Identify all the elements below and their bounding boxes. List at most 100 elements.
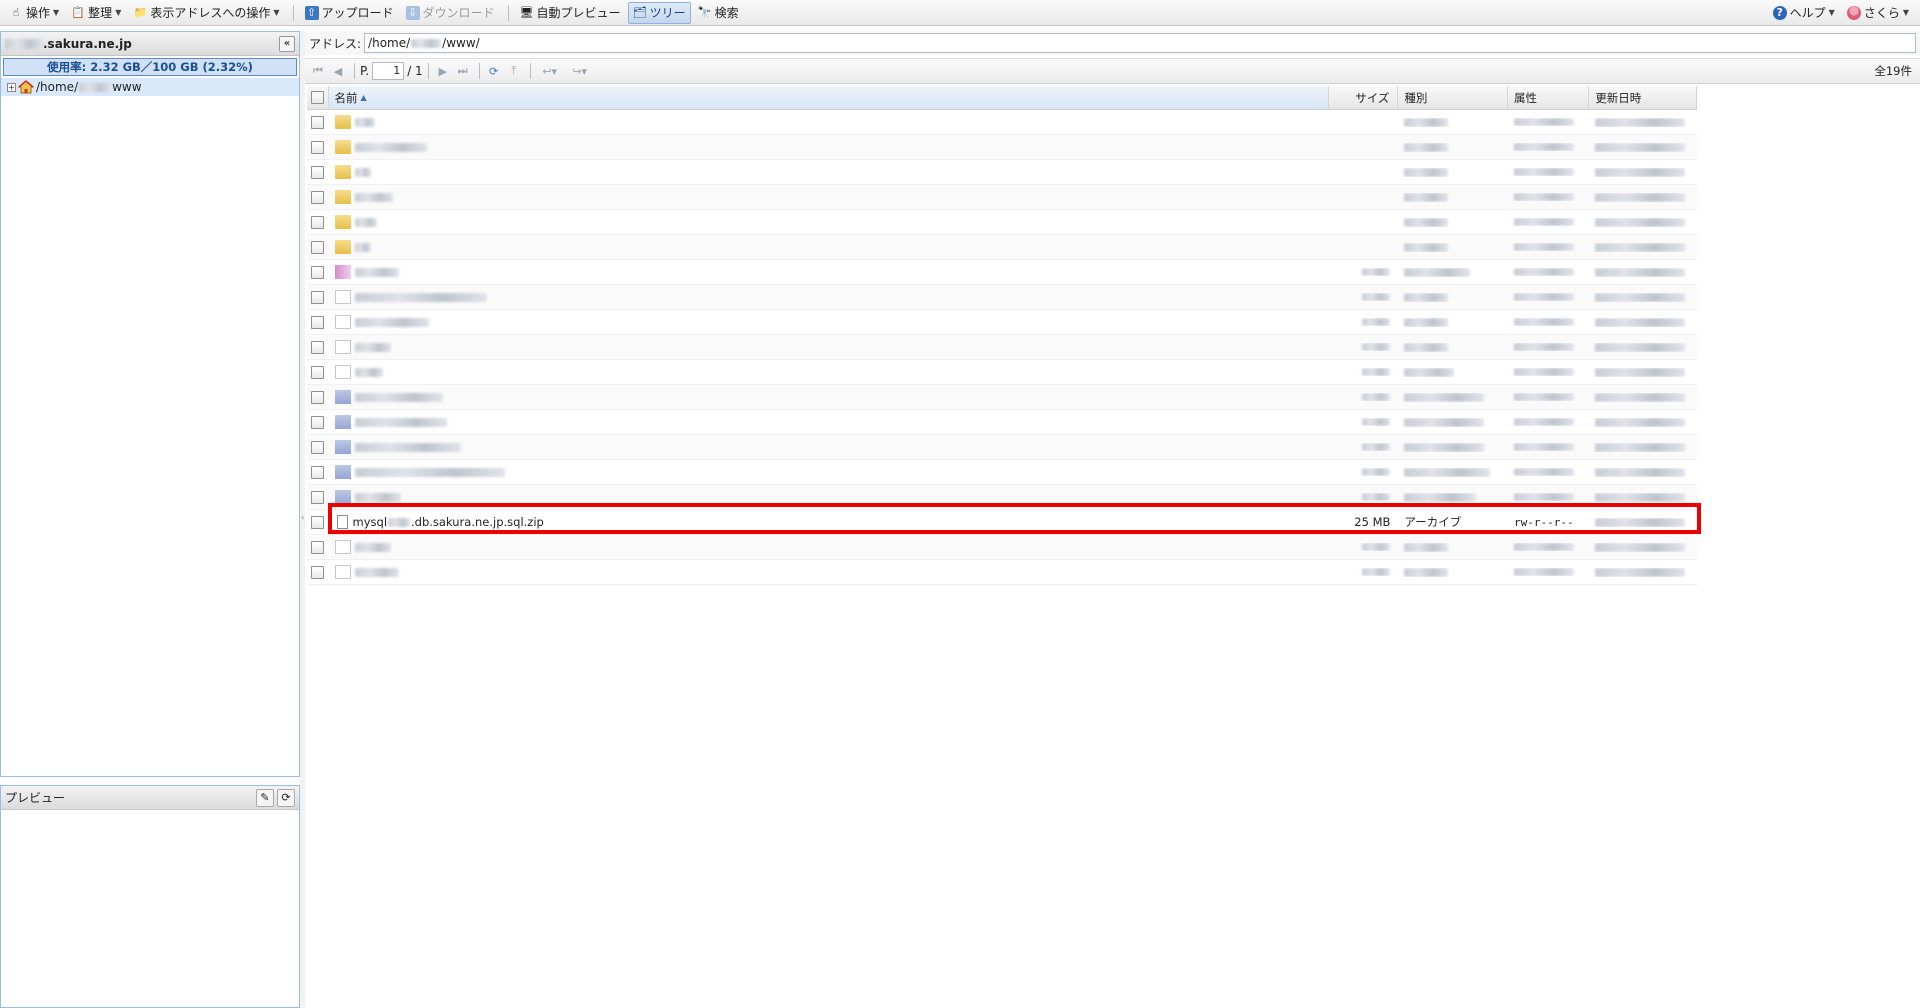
- column-header-date[interactable]: 更新日時: [1589, 86, 1697, 109]
- back-icon[interactable]: ↩▾: [536, 62, 564, 80]
- table-row[interactable]: [307, 135, 1697, 160]
- table-row[interactable]: [307, 460, 1697, 485]
- first-page-icon[interactable]: ⏮: [309, 62, 327, 80]
- file-name-cell[interactable]: [329, 215, 1329, 229]
- table-row[interactable]: [307, 410, 1697, 435]
- file-name-cell[interactable]: [329, 365, 1329, 379]
- row-checkbox-cell[interactable]: [307, 540, 329, 554]
- row-checkbox-cell[interactable]: [307, 415, 329, 429]
- table-row[interactable]: [307, 485, 1697, 510]
- row-checkbox[interactable]: [311, 140, 325, 154]
- refresh-preview-icon[interactable]: ⟳: [277, 788, 295, 807]
- table-row[interactable]: [307, 160, 1697, 185]
- table-row[interactable]: [307, 260, 1697, 285]
- forward-icon[interactable]: ↪▾: [566, 62, 594, 80]
- row-checkbox[interactable]: [311, 190, 325, 204]
- select-all-checkbox[interactable]: [310, 91, 324, 104]
- row-checkbox-cell[interactable]: [307, 115, 329, 129]
- toolbar-folder-edit-button[interactable]: 📁 表示アドレスへの操作 ▼: [128, 2, 284, 24]
- row-checkbox-cell[interactable]: [307, 315, 329, 329]
- row-checkbox[interactable]: [311, 115, 325, 129]
- tree-root-node[interactable]: + /home/ www: [1, 78, 299, 96]
- table-row[interactable]: [307, 560, 1697, 585]
- file-name-cell[interactable]: [329, 465, 1329, 479]
- file-name-cell[interactable]: [329, 315, 1329, 329]
- row-checkbox-cell[interactable]: [307, 565, 329, 579]
- table-row[interactable]: [307, 535, 1697, 560]
- edit-pencil-icon[interactable]: ✎: [256, 788, 274, 807]
- row-checkbox-cell[interactable]: [307, 490, 329, 504]
- toolbar-clipboard-button[interactable]: 📋 整理 ▼: [66, 2, 126, 24]
- row-checkbox[interactable]: [311, 340, 325, 354]
- toolbar-download-button[interactable]: ⇩ ダウンロード: [401, 2, 500, 24]
- row-checkbox[interactable]: [311, 515, 325, 529]
- table-row[interactable]: [307, 310, 1697, 335]
- table-row[interactable]: [307, 185, 1697, 210]
- row-checkbox-cell[interactable]: [307, 215, 329, 229]
- row-checkbox[interactable]: [311, 240, 325, 254]
- row-checkbox[interactable]: [311, 215, 325, 229]
- table-row[interactable]: [307, 235, 1697, 260]
- prev-page-icon[interactable]: ◀: [329, 62, 347, 80]
- column-header-name[interactable]: 名前 ▲: [328, 86, 1329, 109]
- row-checkbox-cell[interactable]: [307, 515, 329, 529]
- table-row[interactable]: [307, 435, 1697, 460]
- file-name-cell[interactable]: [329, 390, 1329, 404]
- table-row[interactable]: [307, 285, 1697, 310]
- row-checkbox[interactable]: [311, 365, 325, 379]
- select-all-checkbox-cell[interactable]: [307, 86, 329, 109]
- row-checkbox[interactable]: [311, 540, 325, 554]
- row-checkbox[interactable]: [311, 565, 325, 579]
- page-number-input[interactable]: 1: [372, 62, 405, 80]
- file-name-cell[interactable]: [329, 240, 1329, 254]
- row-checkbox[interactable]: [311, 165, 325, 179]
- row-checkbox[interactable]: [311, 390, 325, 404]
- toolbar-upload-button[interactable]: ⇧ アップロード: [300, 2, 399, 24]
- row-checkbox[interactable]: [311, 415, 325, 429]
- row-checkbox-cell[interactable]: [307, 240, 329, 254]
- refresh-icon[interactable]: ⟳: [485, 62, 503, 80]
- column-header-type[interactable]: 種別: [1398, 86, 1509, 109]
- row-checkbox[interactable]: [311, 290, 325, 304]
- splitter-arrow-icon[interactable]: ‹: [301, 513, 304, 522]
- expand-icon[interactable]: +: [7, 82, 16, 92]
- next-page-icon[interactable]: ▶: [434, 62, 452, 80]
- row-checkbox[interactable]: [311, 465, 325, 479]
- file-name-cell[interactable]: [329, 190, 1329, 204]
- address-input[interactable]: /home/ /www/: [364, 33, 1916, 53]
- file-name-cell[interactable]: [329, 140, 1329, 154]
- row-checkbox-cell[interactable]: [307, 365, 329, 379]
- file-name-cell[interactable]: [329, 290, 1329, 304]
- toolbar-hand-button[interactable]: ☝ 操作 ▼: [4, 2, 64, 24]
- file-name-cell[interactable]: [329, 540, 1329, 554]
- toolbar-tree-button[interactable]: 🗂 ツリー: [627, 1, 691, 24]
- table-row[interactable]: [307, 210, 1697, 235]
- file-name-cell[interactable]: [329, 340, 1329, 354]
- table-row-mysql-archive[interactable]: mysql .db.sakura.ne.jp.sql.zip 25 MB アーカイブ r…: [307, 510, 1697, 535]
- row-checkbox-cell[interactable]: [307, 440, 329, 454]
- row-checkbox[interactable]: [311, 265, 325, 279]
- file-name-cell[interactable]: [329, 115, 1329, 129]
- user-menu-button[interactable]: さくら ▼: [1842, 2, 1914, 24]
- row-checkbox-cell[interactable]: [307, 340, 329, 354]
- help-button[interactable]: ? ヘルプ ▼: [1768, 2, 1840, 24]
- table-row[interactable]: [307, 110, 1697, 135]
- row-checkbox-cell[interactable]: [307, 265, 329, 279]
- row-checkbox[interactable]: [311, 440, 325, 454]
- row-checkbox-cell[interactable]: [307, 465, 329, 479]
- file-name-cell[interactable]: [329, 415, 1329, 429]
- row-checkbox[interactable]: [311, 315, 325, 329]
- row-checkbox-cell[interactable]: [307, 140, 329, 154]
- last-page-icon[interactable]: ⏭: [454, 62, 472, 80]
- table-row[interactable]: [307, 360, 1697, 385]
- row-checkbox[interactable]: [311, 490, 325, 504]
- table-row[interactable]: [307, 385, 1697, 410]
- row-checkbox-cell[interactable]: [307, 165, 329, 179]
- file-name-cell[interactable]: [329, 490, 1329, 504]
- file-name-cell[interactable]: [329, 165, 1329, 179]
- file-name-cell[interactable]: [329, 565, 1329, 579]
- file-name-cell[interactable]: mysql .db.sakura.ne.jp.sql.zip: [329, 515, 1329, 529]
- parent-folder-icon[interactable]: ⤒: [505, 62, 523, 80]
- toolbar-binoculars-button[interactable]: 🔭 検索: [693, 2, 744, 24]
- file-name-cell[interactable]: [329, 265, 1329, 279]
